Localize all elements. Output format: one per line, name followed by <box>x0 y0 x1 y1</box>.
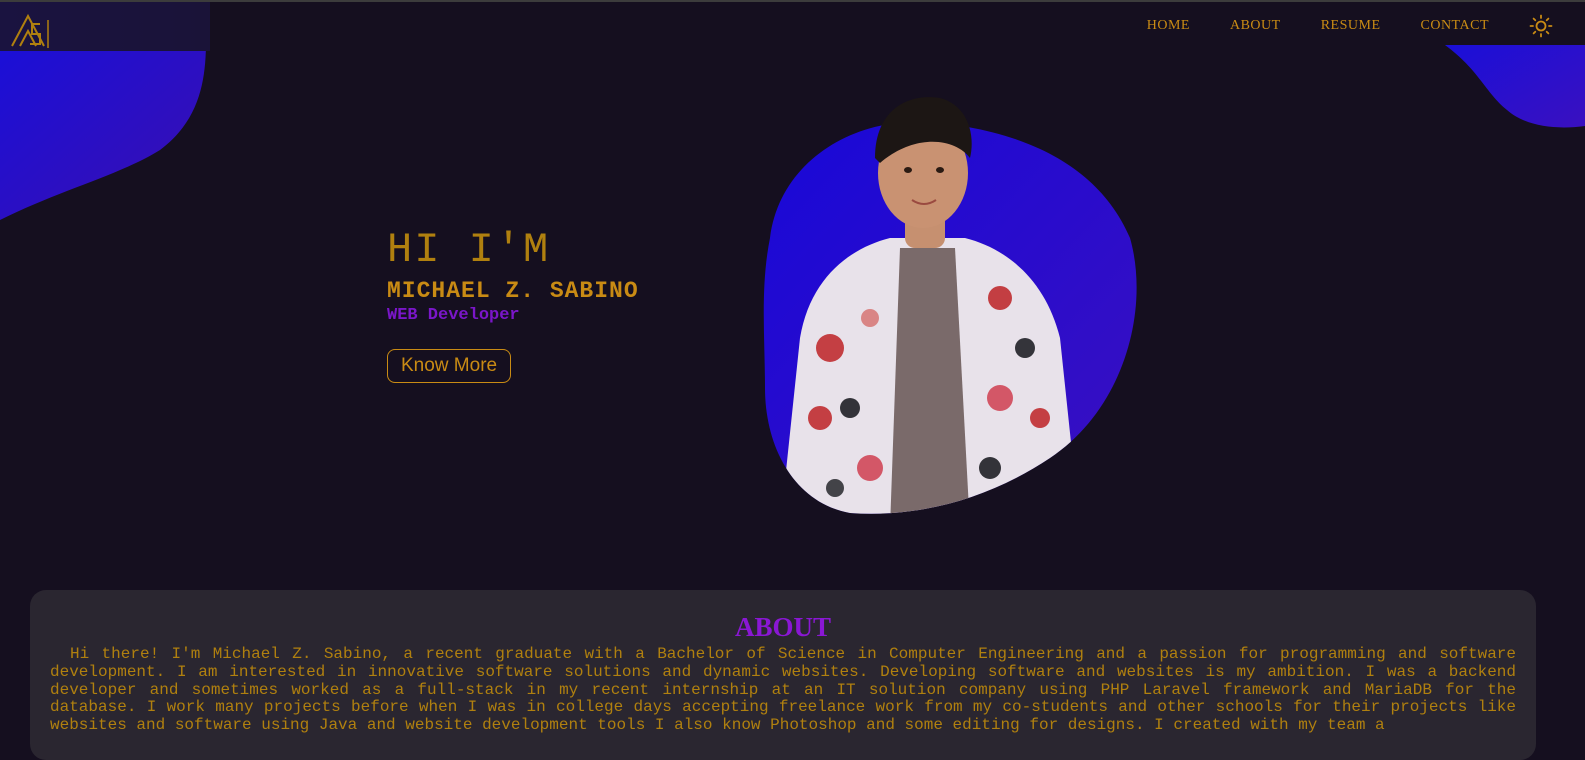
ms-monogram-logo-icon[interactable] <box>10 12 50 50</box>
nav-home-link[interactable]: HOME <box>1147 18 1190 34</box>
nav-contact-link[interactable]: CONTACT <box>1421 18 1490 34</box>
nav-resume-link[interactable]: RESUME <box>1321 18 1381 34</box>
hero-greeting: HI I'M <box>387 226 551 274</box>
about-title: ABOUT <box>734 612 832 642</box>
hero-name: MICHAEL Z. SABINO <box>387 278 639 304</box>
about-section: ABOUT Hi there! I'm Michael Z. Sabino, a… <box>30 590 1536 760</box>
know-more-button[interactable]: Know More <box>387 349 512 383</box>
logo-container[interactable] <box>0 2 210 51</box>
about-paragraph: Hi there! I'm Michael Z. Sabino, a recen… <box>50 645 1516 735</box>
nav-about-link[interactable]: ABOUT <box>1230 18 1281 34</box>
top-border <box>0 0 1585 2</box>
hero-role: WEB Developer <box>387 306 520 325</box>
profile-photo <box>763 97 1137 514</box>
main-nav: HOME ABOUT RESUME CONTACT <box>1147 14 1585 38</box>
hero-section: HI I'M MICHAEL Z. SABINO WEB Developer K… <box>387 225 639 383</box>
sun-icon[interactable] <box>1529 14 1553 38</box>
